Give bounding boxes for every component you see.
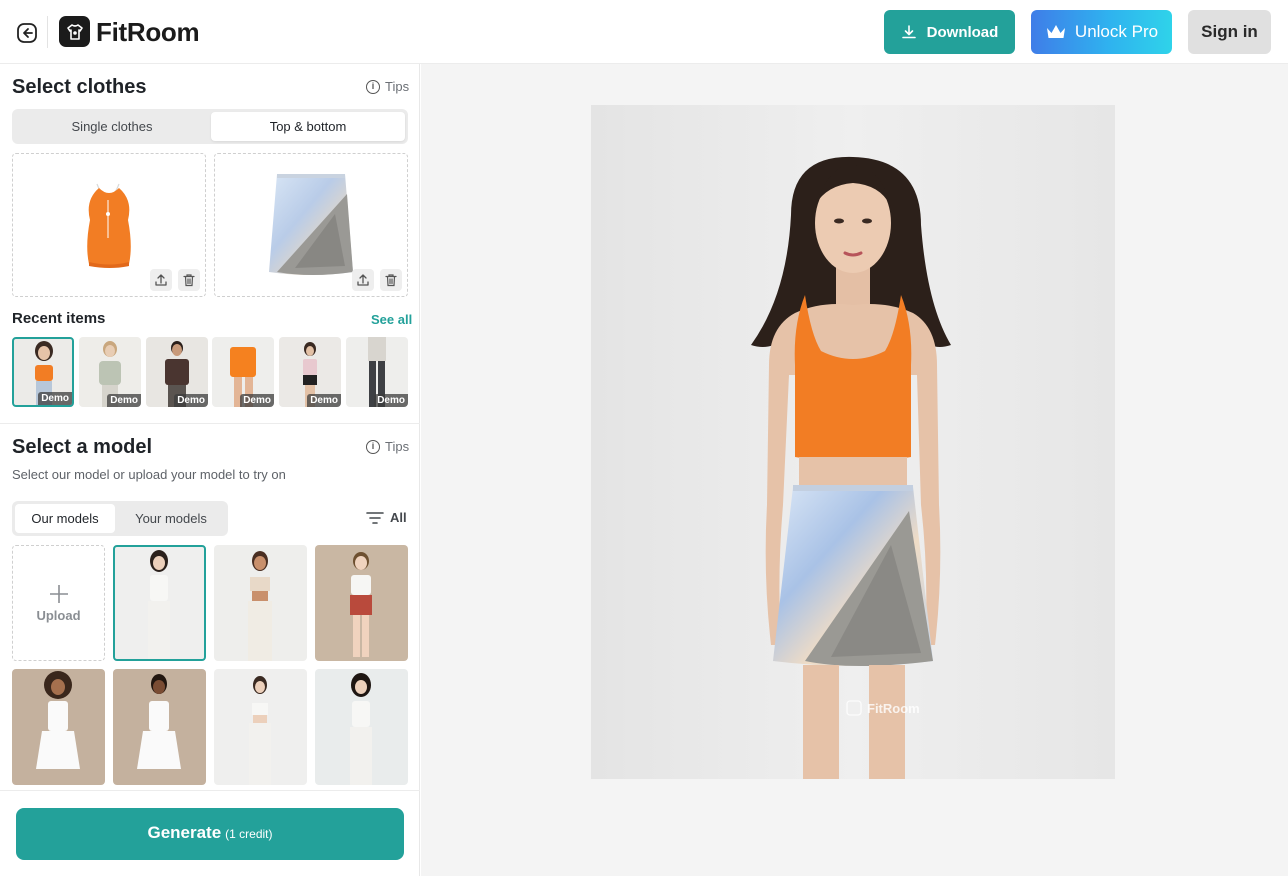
logo-icon	[59, 16, 90, 47]
demo-badge: Demo	[307, 394, 341, 407]
upload-bottom-button[interactable]	[352, 269, 374, 291]
model-card[interactable]	[214, 545, 307, 661]
clothes-tips-link[interactable]: i Tips	[366, 79, 409, 94]
unlock-pro-label: Unlock Pro	[1074, 22, 1159, 41]
crown-icon	[1046, 25, 1065, 38]
tab-our-models[interactable]: Our models	[15, 504, 115, 533]
model-card[interactable]	[113, 545, 206, 661]
recent-item[interactable]: Demo	[346, 337, 408, 407]
top-garment-slot[interactable]	[12, 153, 206, 297]
plus-icon	[49, 584, 68, 603]
model-card[interactable]	[113, 669, 206, 785]
model-photo	[137, 674, 181, 769]
filter-icon	[366, 511, 384, 524]
upload-icon	[357, 274, 369, 286]
watermark-text: FitRoom	[867, 700, 920, 716]
model-tips-link[interactable]: i Tips	[366, 439, 409, 454]
left-panel: Select clothes i Tips Single clothes Top…	[0, 64, 420, 876]
info-icon: i	[366, 439, 380, 454]
section-divider	[0, 423, 420, 424]
recent-item[interactable]: Demo	[12, 337, 74, 407]
sequin-skirt-image	[269, 174, 353, 275]
model-photo	[148, 550, 170, 659]
recent-item[interactable]: Demo	[279, 337, 341, 407]
footer-divider	[0, 790, 420, 791]
upload-icon	[155, 274, 167, 286]
tab-single-clothes[interactable]: Single clothes	[15, 112, 209, 141]
model-card[interactable]	[12, 669, 105, 785]
demo-badge: Demo	[374, 394, 408, 407]
delete-top-button[interactable]	[178, 269, 200, 291]
model-photo	[36, 671, 80, 769]
generate-credit: (1 credit)	[225, 827, 273, 841]
bottom-garment-slot[interactable]	[214, 153, 408, 297]
recent-item[interactable]: Demo	[79, 337, 141, 407]
download-button[interactable]: Download	[884, 10, 1015, 54]
see-all-link[interactable]: See all	[371, 312, 412, 327]
demo-badge: Demo	[240, 394, 274, 407]
demo-badge: Demo	[107, 394, 141, 407]
fitroom-watermark: FitRoom	[846, 700, 920, 716]
watermark-logo-icon	[846, 700, 862, 716]
tips-label: Tips	[385, 79, 410, 94]
sign-in-button[interactable]: Sign in	[1188, 10, 1271, 54]
model-photo	[249, 676, 271, 785]
info-icon: i	[366, 79, 380, 94]
generate-button[interactable]: Generate (1 credit)	[16, 808, 404, 860]
tab-top-and-bottom[interactable]: Top & bottom	[211, 112, 405, 141]
model-source-toggle: Our models Your models	[12, 501, 228, 536]
tips-label: Tips	[385, 439, 410, 454]
model-subtitle: Select our model or upload your model to…	[12, 467, 286, 482]
demo-badge: Demo	[38, 392, 72, 405]
result-photo	[591, 105, 1115, 779]
model-card[interactable]	[315, 669, 408, 785]
upload-top-button[interactable]	[150, 269, 172, 291]
delete-bottom-button[interactable]	[380, 269, 402, 291]
download-label: Download	[926, 23, 999, 41]
select-clothes-title: Select clothes	[12, 76, 147, 98]
back-arrow-icon	[17, 23, 37, 43]
tab-your-models[interactable]: Your models	[118, 504, 224, 533]
orange-halter-top-image	[87, 183, 131, 268]
header-divider	[47, 16, 48, 48]
model-card[interactable]	[214, 669, 307, 785]
logo-text: FitRoom	[96, 17, 200, 47]
recent-item[interactable]: Demo	[146, 337, 208, 407]
model-photo	[350, 673, 372, 785]
upload-model-button[interactable]: Upload	[12, 545, 105, 661]
model-photo	[248, 551, 272, 661]
model-card[interactable]	[315, 545, 408, 661]
top-header: FitRoom Download Unlock Pro Sign in	[0, 0, 1288, 64]
demo-badge: Demo	[174, 394, 208, 407]
upload-label: Upload	[36, 607, 81, 623]
filter-label: All	[390, 510, 407, 525]
model-filter-button[interactable]: All	[366, 510, 407, 525]
download-icon	[901, 25, 916, 39]
select-model-title: Select a model	[12, 436, 153, 458]
back-button[interactable]	[14, 20, 40, 46]
model-photo	[350, 552, 372, 657]
trash-icon	[183, 274, 195, 287]
recent-items-row: Demo Demo Demo Demo Demo Demo	[12, 337, 408, 408]
recent-items-title: Recent items	[12, 310, 106, 327]
result-canvas: FitRoom	[421, 64, 1288, 876]
trash-icon	[385, 274, 397, 287]
clothes-mode-toggle: Single clothes Top & bottom	[12, 109, 408, 144]
try-on-result-image	[591, 105, 1115, 779]
generate-label: Generate	[147, 823, 222, 842]
recent-item[interactable]: Demo	[212, 337, 274, 407]
unlock-pro-button[interactable]: Unlock Pro	[1031, 10, 1172, 54]
